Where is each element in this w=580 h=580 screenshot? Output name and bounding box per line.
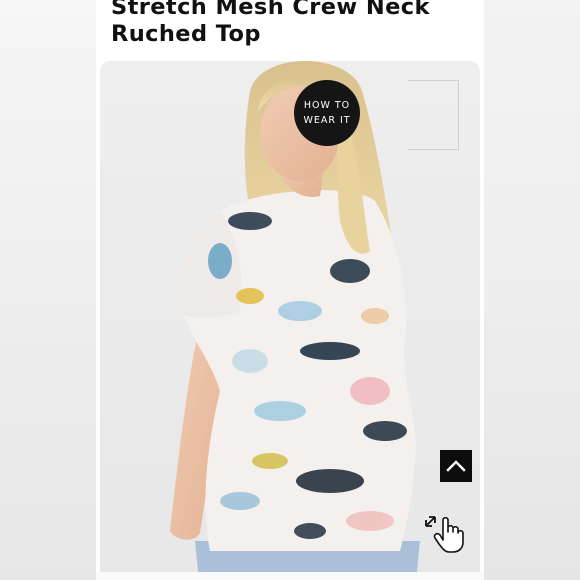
zoom-hint-button[interactable] bbox=[423, 510, 467, 554]
bottom-strip bbox=[96, 572, 484, 580]
hand-pointer-expand-icon bbox=[425, 516, 464, 553]
background-left-blur bbox=[0, 0, 96, 580]
how-to-line-1: HOW TO bbox=[303, 100, 351, 111]
background-right-blur bbox=[484, 0, 580, 580]
how-to-frame-decoration bbox=[408, 80, 459, 150]
back-to-top-button[interactable] bbox=[440, 450, 472, 482]
how-to-wear-it-button[interactable]: HOW TO WEAR IT bbox=[294, 80, 360, 146]
product-title: Stretch Mesh Crew Neck Ruched Top bbox=[111, 0, 430, 47]
product-card: Stretch Mesh Crew Neck Ruched Top bbox=[96, 0, 484, 580]
how-to-line-2: WEAR IT bbox=[303, 115, 351, 126]
chevron-up-icon bbox=[446, 460, 466, 472]
